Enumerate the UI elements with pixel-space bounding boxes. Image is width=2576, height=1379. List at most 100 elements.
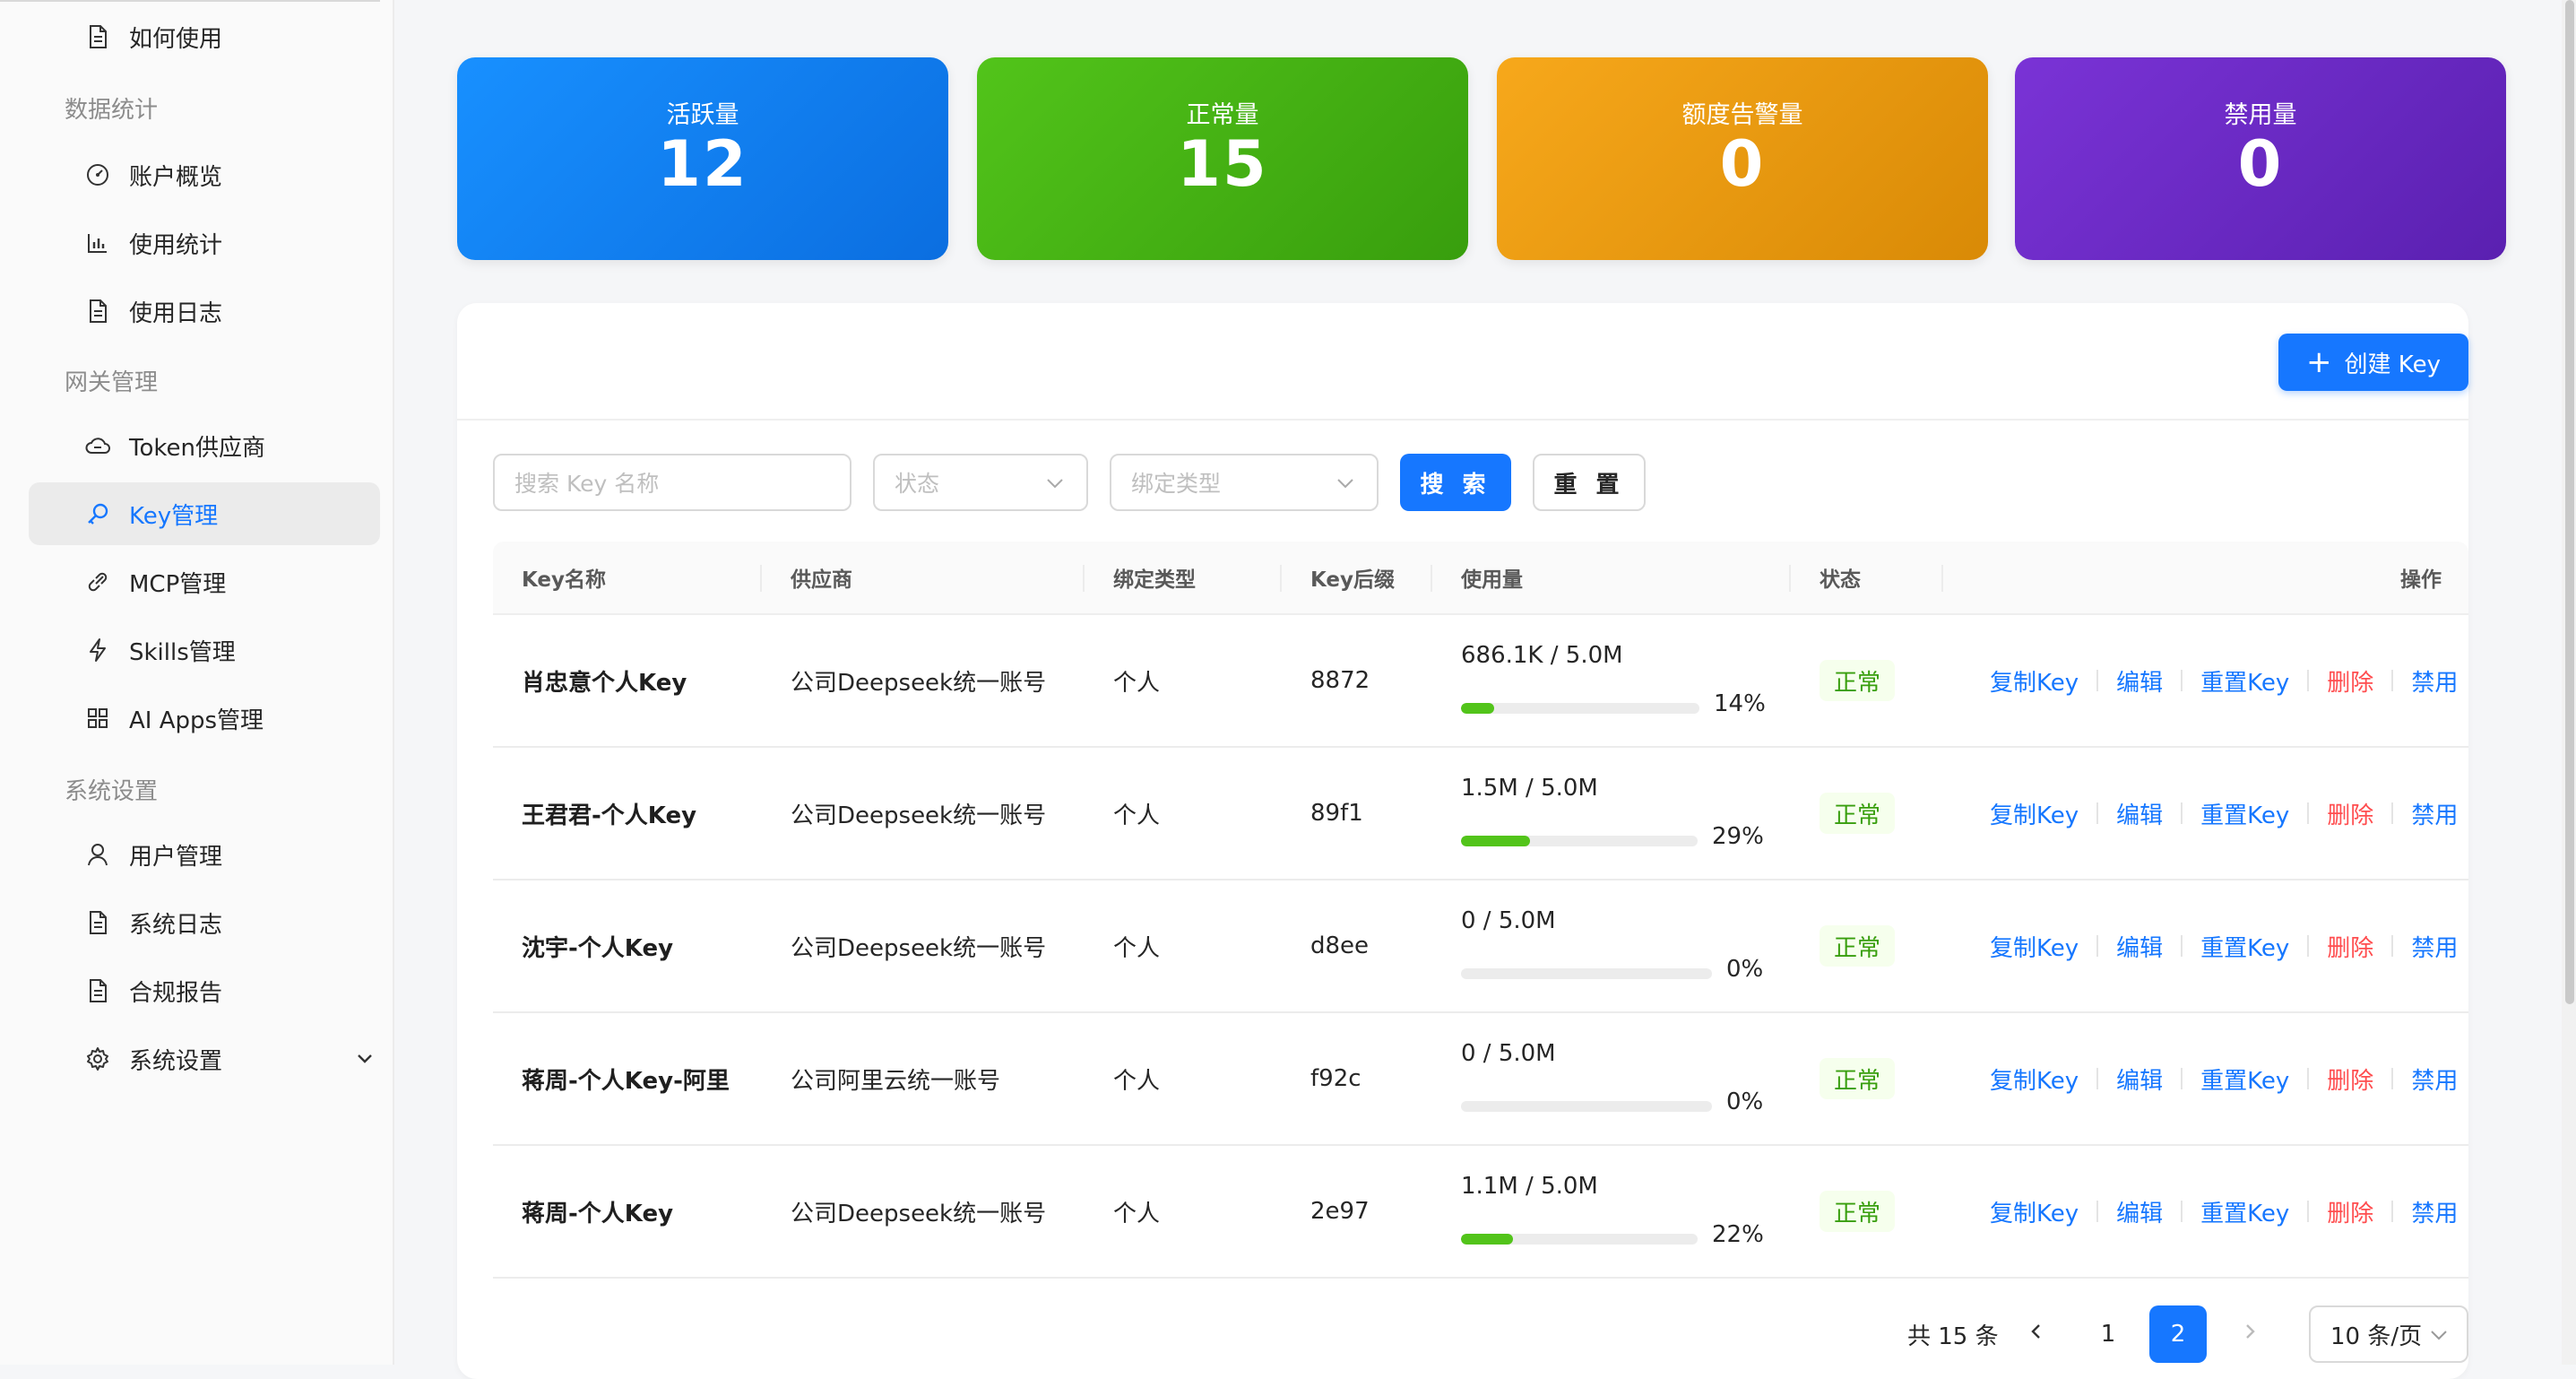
column-divider <box>760 565 762 592</box>
delete-link[interactable]: 删除 <box>2327 930 2373 963</box>
stat-title: 活跃量 <box>666 101 739 129</box>
sidebar-item-label: 使用日志 <box>129 299 223 327</box>
reset-key-link[interactable]: 重置Key <box>2200 664 2289 698</box>
usage-progress-bar <box>1461 836 1698 846</box>
table-row: 肖忠意个人Key 公司Deepseek统一账号 个人 8872 686.1K /… <box>493 615 2468 748</box>
bolt-icon <box>84 637 111 663</box>
sidebar-item-how-to-use[interactable]: 如何使用 <box>29 5 380 68</box>
search-button[interactable]: 搜 索 <box>1400 454 1511 511</box>
reset-key-link[interactable]: 重置Key <box>2200 797 2289 830</box>
next-page-button[interactable] <box>2221 1305 2278 1363</box>
usage-percent: 0% <box>1726 956 1764 983</box>
doc-icon <box>84 298 111 325</box>
key-name: 蒋周-个人Key-阿里 <box>522 1067 730 1095</box>
prev-page-button[interactable] <box>2008 1305 2065 1363</box>
copy-key-link[interactable]: 复制Key <box>1990 1195 2079 1228</box>
usage-percent: 14% <box>1714 690 1766 717</box>
action-divider <box>2181 802 2183 824</box>
chevron-down-icon <box>1043 472 1067 500</box>
sidebar-item-token-provider[interactable]: Token供应商 <box>29 414 380 477</box>
edit-link[interactable]: 编辑 <box>2116 1062 2163 1096</box>
stat-title: 额度告警量 <box>1681 101 1803 129</box>
edit-link[interactable]: 编辑 <box>2116 1195 2163 1228</box>
action-divider <box>2391 935 2394 957</box>
sidebar-item-usage-log[interactable]: 使用日志 <box>29 280 380 343</box>
sidebar-item-skills-management[interactable]: Skills管理 <box>29 619 380 681</box>
table-header: Key名称 供应商 绑定类型 Key后缀 使用量 状态 操作 <box>493 542 2468 615</box>
sidebar-item-ai-apps-management[interactable]: AI Apps管理 <box>29 687 380 750</box>
table-row: 沈宇-个人Key 公司Deepseek统一账号 个人 d8ee 0 / 5.0M… <box>493 880 2468 1013</box>
action-divider <box>2391 802 2394 824</box>
sidebar-item-label: 用户管理 <box>129 843 223 871</box>
page-button-1[interactable]: 1 <box>2079 1305 2137 1363</box>
key-icon <box>84 500 111 527</box>
delete-link[interactable]: 删除 <box>2327 664 2373 698</box>
column-divider <box>1431 565 1432 592</box>
sidebar-item-system-settings[interactable]: 系统设置 <box>29 1028 380 1090</box>
edit-link[interactable]: 编辑 <box>2116 797 2163 830</box>
sidebar-item-account-overview[interactable]: 账户概览 <box>29 143 380 206</box>
sidebar-item-key-management[interactable]: Key管理 <box>29 482 380 545</box>
chevron-right-icon <box>2240 1321 2260 1348</box>
usage-progress-bar <box>1461 703 1699 714</box>
usage-text: 686.1K / 5.0M <box>1461 642 1623 669</box>
chevron-down-icon[interactable] <box>353 1047 376 1071</box>
usage-percent: 29% <box>1712 823 1764 850</box>
delete-link[interactable]: 删除 <box>2327 797 2373 830</box>
disable-link[interactable]: 禁用 <box>2411 797 2458 830</box>
page-button-2[interactable]: 2 <box>2149 1305 2207 1363</box>
bind-type-placeholder: 绑定类型 <box>1131 471 1222 497</box>
disable-link[interactable]: 禁用 <box>2411 1195 2458 1228</box>
sidebar-item-label: Token供应商 <box>129 434 265 462</box>
status-badge: 正常 <box>1820 793 1895 834</box>
reset-key-link[interactable]: 重置Key <box>2200 1195 2289 1228</box>
action-divider <box>2391 670 2394 691</box>
stat-value: 0 <box>2237 127 2284 201</box>
search-input[interactable]: 搜索 Key 名称 <box>493 454 851 511</box>
disable-link[interactable]: 禁用 <box>2411 1062 2458 1096</box>
sidebar-item-user-management[interactable]: 用户管理 <box>29 823 380 886</box>
row-actions: 复制Key 编辑 重置Key 删除 禁用 <box>1990 748 2458 879</box>
page-size-select[interactable]: 10 条/页 <box>2309 1305 2468 1363</box>
sidebar-item-usage-stats[interactable]: 使用统计 <box>29 212 380 274</box>
action-divider <box>2181 670 2183 691</box>
copy-key-link[interactable]: 复制Key <box>1990 1062 2079 1096</box>
create-key-button[interactable]: + 创建 Key <box>2278 334 2468 391</box>
stat-card-active: 活跃量 12 <box>457 57 948 260</box>
bind-type-select[interactable]: 绑定类型 <box>1110 454 1379 511</box>
row-actions: 复制Key 编辑 重置Key 删除 禁用 <box>1990 615 2458 746</box>
edit-link[interactable]: 编辑 <box>2116 664 2163 698</box>
sidebar-item-system-log[interactable]: 系统日志 <box>29 891 380 954</box>
reset-key-link[interactable]: 重置Key <box>2200 930 2289 963</box>
sidebar-group-title: 系统设置 <box>65 778 159 805</box>
sidebar-item-label: 账户概览 <box>129 163 223 191</box>
delete-link[interactable]: 删除 <box>2327 1062 2373 1096</box>
column-header-usage: 使用量 <box>1461 568 1523 592</box>
usage-text: 1.5M / 5.0M <box>1461 775 1598 802</box>
edit-link[interactable]: 编辑 <box>2116 930 2163 963</box>
disable-link[interactable]: 禁用 <box>2411 664 2458 698</box>
copy-key-link[interactable]: 复制Key <box>1990 797 2079 830</box>
provider: 公司Deepseek统一账号 <box>791 802 1047 829</box>
copy-key-link[interactable]: 复制Key <box>1990 930 2079 963</box>
delete-link[interactable]: 删除 <box>2327 1195 2373 1228</box>
column-header-bind-type: 绑定类型 <box>1113 568 1196 592</box>
sidebar-item-mcp-management[interactable]: MCP管理 <box>29 551 380 613</box>
sidebar-item-compliance-report[interactable]: 合规报告 <box>29 959 380 1022</box>
row-actions: 复制Key 编辑 重置Key 删除 禁用 <box>1990 880 2458 1011</box>
action-divider <box>2181 935 2183 957</box>
reset-button[interactable]: 重 置 <box>1533 454 1646 511</box>
reset-key-link[interactable]: 重置Key <box>2200 1062 2289 1096</box>
scrollbar-thumb[interactable] <box>2565 0 2574 1004</box>
disable-link[interactable]: 禁用 <box>2411 930 2458 963</box>
dashboard-icon <box>84 161 111 188</box>
key-suffix: 89f1 <box>1310 800 1363 827</box>
status-select[interactable]: 状态 <box>873 454 1088 511</box>
column-header-actions: 操作 <box>2400 568 2442 592</box>
action-divider <box>2307 935 2310 957</box>
card-divider <box>457 419 2468 421</box>
column-divider <box>1789 565 1791 592</box>
column-header-provider: 供应商 <box>791 568 852 592</box>
sidebar-item-label: Skills管理 <box>129 638 236 666</box>
copy-key-link[interactable]: 复制Key <box>1990 664 2079 698</box>
